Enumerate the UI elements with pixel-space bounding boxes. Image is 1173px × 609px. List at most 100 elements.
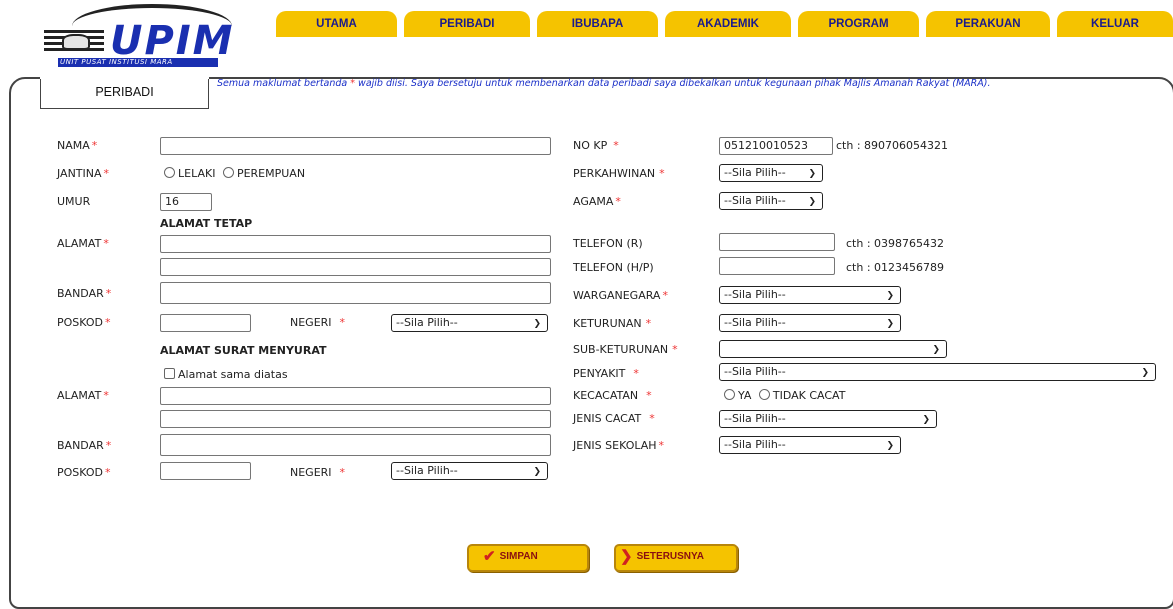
- umur-input[interactable]: 16: [160, 193, 212, 211]
- check-icon: ✔: [483, 548, 496, 565]
- label-agama-text: AGAMA: [573, 195, 614, 208]
- chevron-down-icon: ❯: [808, 169, 816, 179]
- label-agama: AGAMA *: [573, 195, 621, 208]
- keturunan-select[interactable]: --Sila Pilih-- ❯: [719, 314, 901, 332]
- poskod-surat-input[interactable]: [160, 462, 251, 480]
- heading-alamat-tetap: ALAMAT TETAP: [160, 217, 253, 230]
- label-kecacatan-text: KECACATAN: [573, 389, 639, 402]
- label-negeri-surat-text: NEGERI: [290, 466, 332, 479]
- required-mark: *: [105, 466, 111, 479]
- telefon-r-input[interactable]: [719, 233, 835, 251]
- label-warganegara-text: WARGANEGARA: [573, 289, 661, 302]
- tab-keluar[interactable]: KELUAR: [1057, 11, 1173, 37]
- label-jenis-cacat: JENIS CACAT *: [573, 412, 655, 425]
- chevron-down-icon: ❯: [932, 345, 940, 355]
- simpan-button[interactable]: ✔ SIMPAN: [467, 544, 589, 572]
- required-mark: *: [646, 389, 652, 402]
- warganegara-select-value: --Sila Pilih--: [724, 288, 786, 301]
- required-mark: *: [105, 316, 111, 329]
- bandar-input[interactable]: [160, 282, 551, 304]
- label-perempuan: PEREMPUAN: [236, 167, 306, 180]
- label-bandar: BANDAR *: [57, 287, 111, 300]
- required-mark: *: [339, 466, 346, 479]
- label-jenis-cacat-text: JENIS CACAT: [573, 412, 642, 425]
- tab-perakuan[interactable]: PERAKUAN: [926, 11, 1050, 37]
- required-mark: *: [658, 439, 665, 452]
- warganegara-select[interactable]: --Sila Pilih-- ❯: [719, 286, 901, 304]
- alamat-tetap-input-1[interactable]: [160, 235, 551, 253]
- poskod-input[interactable]: [160, 314, 251, 332]
- required-mark: *: [613, 139, 619, 152]
- sama-diatas-checkbox[interactable]: [164, 368, 175, 379]
- nama-input[interactable]: [160, 137, 551, 155]
- kecacatan-radio-group: YA TIDAK CACAT: [724, 389, 845, 402]
- keturunan-select-value: --Sila Pilih--: [724, 316, 786, 329]
- required-mark: *: [633, 367, 639, 380]
- upim-logo: UPIM UNIT PUSAT INSTITUSI MARA: [40, 2, 255, 72]
- label-poskod-surat-text: POSKOD: [57, 466, 104, 479]
- bandar-surat-input[interactable]: [160, 434, 551, 456]
- required-mark: *: [105, 287, 112, 300]
- chevron-down-icon: ❯: [886, 441, 894, 451]
- label-negeri: NEGERI *: [290, 316, 345, 329]
- no-kp-hint: cth : 890706054321: [836, 139, 949, 152]
- tab-utama[interactable]: UTAMA: [276, 11, 397, 37]
- required-mark: *: [105, 439, 112, 452]
- negeri-surat-select[interactable]: --Sila Pilih-- ❯: [391, 462, 548, 480]
- label-nama: NAMA *: [57, 139, 97, 152]
- chevron-down-icon: ❯: [886, 319, 894, 329]
- alamat-tetap-input-2[interactable]: [160, 258, 551, 276]
- label-keturunan: KETURUNAN *: [573, 317, 651, 330]
- label-telefon-r: TELEFON (R): [573, 237, 643, 250]
- seterusnya-button[interactable]: ❯ SETERUSNYA: [614, 544, 738, 572]
- chevron-down-icon: ❯: [533, 319, 541, 329]
- chevron-down-icon: ❯: [886, 291, 894, 301]
- heading-alamat-surat: ALAMAT SURAT MENYURAT: [160, 344, 327, 357]
- arrow-right-icon: ❯: [620, 548, 633, 565]
- tab-ibubapa[interactable]: IBUBAPA: [537, 11, 658, 37]
- sama-diatas-checkbox-row: Alamat sama diatas: [164, 368, 288, 381]
- required-mark: *: [649, 412, 655, 425]
- label-jantina-text: JANTINA: [57, 167, 102, 180]
- jenis-sekolah-select-value: --Sila Pilih--: [724, 438, 786, 451]
- alamat-surat-input-1[interactable]: [160, 387, 551, 405]
- required-mark: *: [103, 167, 110, 180]
- tab-peribadi[interactable]: PERIBADI: [404, 11, 530, 37]
- radio-tidak-cacat[interactable]: [758, 389, 770, 400]
- required-mark: *: [615, 195, 621, 208]
- label-poskod-text: POSKOD: [57, 316, 104, 329]
- no-kp-input[interactable]: 051210010523: [719, 137, 833, 155]
- label-perkahwinan-text: PERKAHWINAN: [573, 167, 656, 180]
- required-mark: *: [662, 289, 668, 302]
- agama-select[interactable]: --Sila Pilih-- ❯: [719, 192, 823, 210]
- simpan-label: SIMPAN: [499, 551, 538, 562]
- required-mark: *: [103, 237, 109, 250]
- telefon-hp-input[interactable]: [719, 257, 835, 275]
- label-telefon-hp: TELEFON (H/P): [573, 261, 654, 274]
- sub-keturunan-select[interactable]: ❯: [719, 340, 947, 358]
- radio-perempuan[interactable]: [222, 167, 234, 178]
- label-poskod-surat: POSKOD *: [57, 466, 111, 479]
- required-mark: *: [339, 316, 346, 329]
- tab-akademik[interactable]: AKADEMIK: [665, 11, 791, 37]
- label-alamat: ALAMAT *: [57, 237, 109, 250]
- penyakit-select[interactable]: --Sila Pilih-- ❯: [719, 363, 1156, 381]
- label-jenis-sekolah: JENIS SEKOLAH *: [573, 439, 664, 452]
- label-ya: YA: [738, 389, 752, 402]
- jenis-sekolah-select[interactable]: --Sila Pilih-- ❯: [719, 436, 901, 454]
- alamat-surat-input-2[interactable]: [160, 410, 551, 428]
- label-sama-diatas: Alamat sama diatas: [178, 368, 288, 381]
- jenis-cacat-select-value: --Sila Pilih--: [724, 412, 786, 425]
- label-bandar-surat-text: BANDAR: [57, 439, 104, 452]
- label-bandar-text: BANDAR: [57, 287, 104, 300]
- negeri-select[interactable]: --Sila Pilih-- ❯: [391, 314, 548, 332]
- label-alamat-surat-text: ALAMAT: [57, 389, 102, 402]
- jenis-cacat-select[interactable]: --Sila Pilih-- ❯: [719, 410, 937, 428]
- negeri-surat-select-value: --Sila Pilih--: [396, 464, 458, 477]
- label-alamat-text: ALAMAT: [57, 237, 102, 250]
- perkahwinan-select[interactable]: --Sila Pilih-- ❯: [719, 164, 823, 182]
- label-nama-text: NAMA: [57, 139, 90, 152]
- tab-program[interactable]: PROGRAM: [798, 11, 919, 37]
- radio-ya[interactable]: [724, 389, 735, 400]
- radio-lelaki[interactable]: [164, 167, 175, 178]
